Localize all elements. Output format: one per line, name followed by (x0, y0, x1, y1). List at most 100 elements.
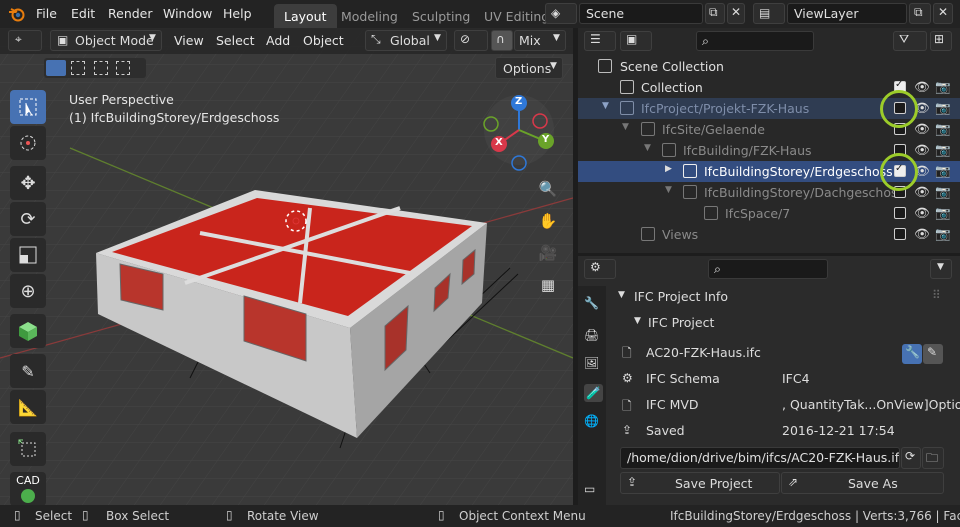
render-tab-icon[interactable]: 🖨 (584, 328, 599, 342)
delete-view-layer-icon[interactable]: ✕ (933, 3, 953, 24)
eye-icon[interactable]: 👁 (914, 142, 930, 158)
annotate-tool-icon[interactable]: ✎ (10, 354, 46, 388)
menu-object[interactable]: Object (303, 33, 344, 48)
render-camera-icon[interactable]: 📷 (935, 226, 951, 242)
transform-orientation-select[interactable]: ⤡ Global ▼ (365, 30, 447, 51)
menu-help[interactable]: Help (223, 6, 252, 21)
blender-logo-icon[interactable] (8, 6, 26, 22)
new-view-layer-icon[interactable]: ⧉ (909, 3, 931, 24)
menu-render[interactable]: Render (108, 6, 153, 21)
render-camera-icon[interactable]: 📷 (935, 121, 951, 137)
properties-search-input[interactable]: ⌕ (708, 259, 828, 279)
menu-window[interactable]: Window (163, 6, 212, 21)
render-camera-icon[interactable]: 📷 (935, 79, 951, 95)
filter-button[interactable]: ⛛ (893, 31, 927, 51)
eye-icon[interactable]: 👁 (914, 226, 930, 242)
add-cube-tool-icon[interactable] (10, 314, 46, 348)
eye-icon[interactable]: 👁 (914, 79, 930, 95)
status-box-select: Box Select (106, 509, 170, 523)
ifc-path-field[interactable]: /home/dion/drive/bim/ifcs/AC20-FZK-Haus.… (620, 447, 900, 469)
eye-icon[interactable]: 👁 (914, 121, 930, 137)
wrench-icon[interactable]: 🔧 (902, 344, 922, 364)
outliner-search-input[interactable]: ⌕ (696, 31, 814, 51)
collapse-arrow-icon[interactable]: ▶ (665, 164, 672, 174)
status-context-menu: Object Context Menu (459, 509, 586, 523)
pivot-point-button[interactable]: ⊘ (454, 30, 488, 51)
save-as-button[interactable]: ⇗ Save As (781, 472, 944, 494)
world-tab-icon[interactable]: 🌐 (584, 414, 599, 428)
expand-arrow-icon[interactable]: ▼ (602, 101, 609, 111)
select-new-icon[interactable] (46, 60, 66, 76)
outliner-row-views[interactable]: Views 👁 📷 (578, 224, 960, 245)
outliner-panel: ☰ ▣ ⌕ ⛛ ⊞ Scene Collection Collection ✓ … (578, 28, 960, 253)
new-scene-icon[interactable]: ⧉ (705, 3, 725, 24)
perspective-grid-icon[interactable]: ▦ (535, 272, 561, 298)
camera-icon[interactable]: 🎥 (535, 240, 561, 266)
properties-options-button[interactable]: ▼ (930, 259, 952, 279)
rotate-tool-icon[interactable]: ⟳ (10, 202, 46, 236)
ifc-project-info-header[interactable]: ▼ IFC Project Info ⠿ (614, 286, 954, 310)
3d-viewport[interactable]: Z X Y ⌖ ▣ Object Mode ▼ View Select Add … (0, 28, 573, 505)
save-project-button[interactable]: ⇪ Save Project (620, 472, 780, 494)
pencil-icon[interactable]: ✎ (923, 344, 943, 364)
menu-view[interactable]: View (174, 33, 204, 48)
select-invert-icon[interactable] (116, 61, 130, 75)
exclude-checkbox[interactable] (894, 228, 906, 240)
mode-select[interactable]: ▣ Object Mode ▼ (50, 30, 162, 51)
measure-tool-icon[interactable]: 📐 (10, 390, 46, 424)
exclude-checkbox[interactable] (894, 207, 906, 219)
view-layer-selector-button[interactable]: ▤ (753, 3, 785, 24)
tab-layout[interactable]: Layout (274, 4, 337, 28)
tab-sculpting[interactable]: Sculpting (402, 4, 480, 28)
render-camera-icon[interactable]: 📷 (935, 205, 951, 221)
menu-add[interactable]: Add (266, 33, 290, 48)
render-camera-icon[interactable]: 📷 (935, 142, 951, 158)
tab-modeling[interactable]: Modeling (331, 4, 408, 28)
select-box-tool-icon[interactable] (10, 90, 46, 124)
scene-selector-button[interactable]: ◈ (545, 3, 577, 24)
select-extend-icon[interactable] (71, 61, 85, 75)
select-subtract-icon[interactable] (94, 61, 108, 75)
render-camera-icon[interactable]: 📷 (935, 184, 951, 200)
move-tool-icon[interactable]: ✥ (10, 166, 46, 200)
expand-arrow-icon[interactable]: ▼ (622, 122, 629, 132)
menu-edit[interactable]: Edit (71, 6, 95, 21)
snap-target-select[interactable]: Mix ▼ (514, 30, 566, 51)
outliner-row-ifcspace[interactable]: IfcSpace/7 👁 📷 (578, 203, 960, 224)
collection-tab-icon[interactable]: ▭ (584, 482, 595, 496)
cursor-tool-icon[interactable] (10, 126, 46, 160)
properties-editor-type-button[interactable]: ⚙ (584, 259, 616, 279)
scene-tab-icon[interactable]: 🧪 (584, 384, 603, 402)
pan-hand-icon[interactable]: ✋ (535, 208, 561, 234)
expand-arrow-icon[interactable]: ▼ (665, 185, 672, 195)
tool-tab-icon[interactable]: 🔧 (584, 296, 599, 310)
snap-toggle[interactable]: ∩ (491, 30, 513, 51)
folder-icon[interactable]: 🗀 (922, 447, 944, 469)
transform-tool-icon[interactable]: ⊕ (10, 274, 46, 308)
render-camera-icon[interactable]: 📷 (935, 163, 951, 179)
new-collection-button[interactable]: ⊞ (930, 31, 952, 51)
scene-name-field[interactable]: Scene (579, 3, 703, 24)
collection-icon (620, 80, 634, 94)
scale-tool-icon[interactable] (10, 238, 46, 272)
ifc-project-subheader[interactable]: ▼ IFC Project (614, 312, 954, 336)
eye-icon[interactable]: 👁 (914, 184, 930, 200)
render-camera-icon[interactable]: 📷 (935, 100, 951, 116)
view-layer-name-field[interactable]: ViewLayer (787, 3, 907, 24)
display-mode-button[interactable]: ▣ (620, 31, 652, 51)
delete-scene-icon[interactable]: ✕ (727, 3, 745, 24)
menu-file[interactable]: File (36, 6, 57, 21)
outliner-row-scene-collection[interactable]: Scene Collection (578, 56, 960, 77)
eye-icon[interactable]: 👁 (914, 205, 930, 221)
options-button[interactable]: Options ▼ (495, 57, 563, 79)
zoom-icon[interactable]: 🔍 (535, 176, 561, 202)
cad-tool[interactable]: CAD (10, 472, 46, 505)
reload-icon[interactable]: ⟳ (901, 447, 921, 469)
output-tab-icon[interactable]: 🖼 (584, 356, 599, 370)
outliner-editor-type-button[interactable]: ☰ (584, 31, 616, 51)
expand-arrow-icon[interactable]: ▼ (644, 143, 651, 153)
menu-select[interactable]: Select (216, 33, 255, 48)
add-mesh-tool-icon[interactable] (10, 432, 46, 466)
editor-type-button[interactable]: ⌖ (8, 30, 42, 51)
drag-handle-icon[interactable]: ⠿ (932, 288, 941, 302)
